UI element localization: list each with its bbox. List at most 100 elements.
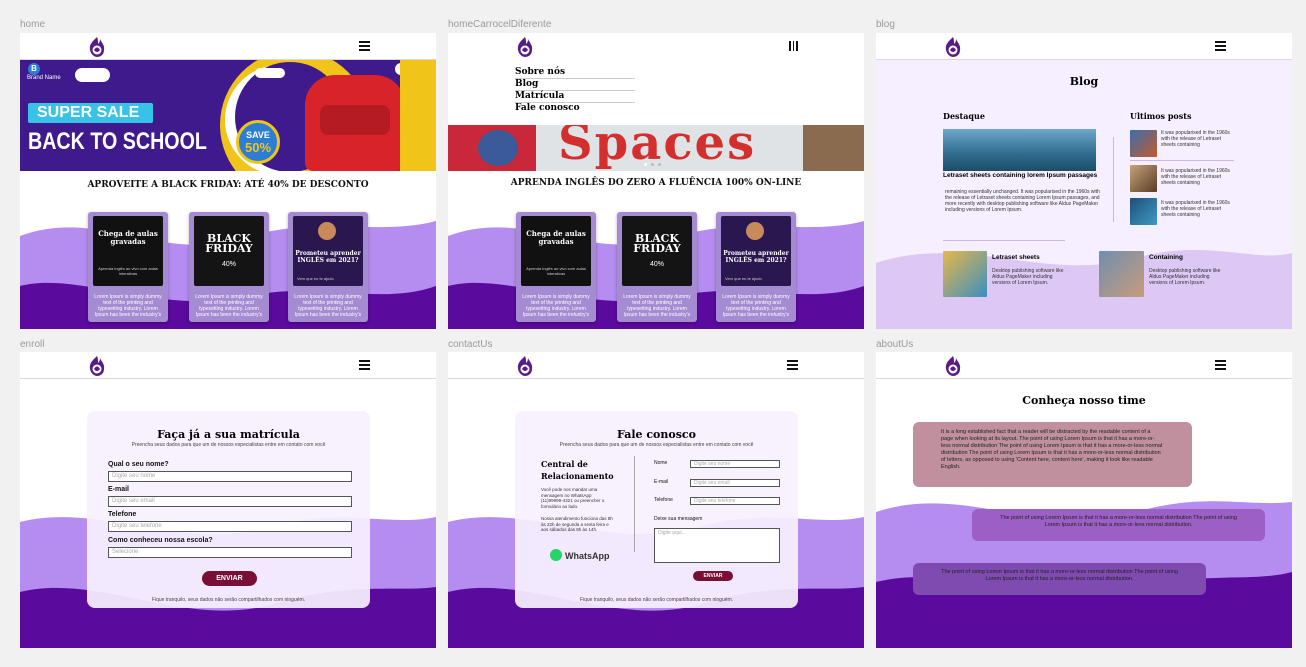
frame-label-contact: contactUs bbox=[448, 339, 493, 350]
hamburger-menu-icon[interactable] bbox=[787, 360, 798, 370]
message-textarea[interactable]: Digite aqui... bbox=[654, 528, 780, 563]
team-text-box-2: The point of using Lorem Ipsum is that i… bbox=[972, 509, 1265, 541]
central-hours: Nossa atendimento funciona das 8h às 22h… bbox=[541, 516, 613, 532]
bottom-post-text: Desktop publishing software like Aldus P… bbox=[992, 268, 1064, 286]
menu-item-blog[interactable]: Blog bbox=[515, 79, 635, 91]
field-label: E-mail bbox=[108, 486, 130, 493]
name-input[interactable]: Digite seu nome bbox=[690, 460, 780, 468]
team-text-box-3: The point of using Lorem Ipsum is that i… bbox=[913, 563, 1206, 595]
promo-card-3[interactable]: Prometeu aprender INGLÊS em 2021? Vem qu… bbox=[288, 212, 368, 322]
navbar bbox=[448, 352, 864, 379]
blog-artboard: Blog Destaque Ultimos posts Letraset she… bbox=[876, 33, 1292, 329]
brand-name: Brand Name bbox=[27, 75, 61, 81]
logo-icon[interactable] bbox=[87, 355, 107, 377]
card-text: Lorem Ipsum is simply dummy text of the … bbox=[94, 294, 162, 318]
bottom-post-thumb[interactable] bbox=[943, 251, 987, 297]
bottom-post-title[interactable]: Letraset sheets bbox=[992, 254, 1040, 261]
carousel-dots[interactable] bbox=[644, 163, 668, 166]
frame-label-blog: blog bbox=[876, 19, 895, 30]
hamburger-menu-icon[interactable] bbox=[1215, 360, 1226, 370]
bottom-post-thumb[interactable] bbox=[1099, 251, 1144, 297]
woman-illustration-icon bbox=[318, 222, 336, 240]
promo-card-2[interactable]: BLACK FRIDAY 40% Lorem Ipsum is simply d… bbox=[617, 212, 697, 322]
field-label: Telefone bbox=[108, 511, 137, 518]
menu-item-matricula[interactable]: Matrícula bbox=[515, 91, 635, 103]
navbar bbox=[20, 33, 436, 60]
card-sub: Vem que eu te ajudo bbox=[725, 276, 762, 281]
logo-icon[interactable] bbox=[87, 36, 107, 58]
navbar bbox=[876, 352, 1292, 379]
card-sub: Vem que eu te ajudo bbox=[297, 276, 334, 281]
submit-button[interactable]: ENVIAR bbox=[202, 571, 257, 586]
brand-icon: B bbox=[28, 63, 40, 75]
save-percent: 50% bbox=[244, 140, 272, 155]
dropdown-menu: Sobre nós Blog Matrícula Fale conosco bbox=[515, 67, 635, 114]
privacy-note: Fique tranquilo, seus dados não serão co… bbox=[579, 597, 734, 603]
contact-title: Fale conosco bbox=[617, 428, 696, 441]
frame-label-about: aboutUs bbox=[876, 339, 914, 350]
promo-card-2[interactable]: BLACK FRIDAY 40% Lorem Ipsum is simply d… bbox=[189, 212, 269, 322]
promo-card-3[interactable]: Prometeu aprender INGLÊS em 2021? Vem qu… bbox=[716, 212, 796, 322]
central-title: Central de Relacionamento bbox=[541, 459, 614, 481]
card-pct: 40% bbox=[221, 261, 236, 268]
source-select[interactable]: Selecione bbox=[108, 547, 352, 558]
hamburger-menu-icon[interactable] bbox=[1215, 41, 1226, 51]
email-input[interactable]: Digite seu email bbox=[690, 479, 780, 487]
menu-item-fale[interactable]: Fale conosco bbox=[515, 103, 635, 114]
phone-input[interactable]: Digite seu telefone bbox=[690, 497, 780, 505]
card-text: Lorem Ipsum is simply dummy text of the … bbox=[623, 294, 691, 318]
phone-input[interactable]: Digite seu telefone bbox=[108, 521, 352, 532]
whatsapp-label[interactable]: WhatsApp bbox=[565, 551, 610, 561]
featured-text: remaining essentially unchanged. It was … bbox=[945, 189, 1100, 213]
recent-post-thumb[interactable] bbox=[1130, 130, 1157, 157]
name-input[interactable]: Digite seu nome bbox=[108, 471, 352, 482]
frame-label-carousel: homeCarrocelDiferente bbox=[448, 19, 552, 30]
card-title: BLACK FRIDAY bbox=[633, 232, 681, 255]
bottom-post-title[interactable]: Containing bbox=[1149, 254, 1183, 261]
logo-icon[interactable] bbox=[515, 36, 535, 58]
recent-post-thumb[interactable] bbox=[1130, 165, 1157, 192]
team-text-box-1: It is a long established fact that a rea… bbox=[913, 422, 1192, 487]
card-title: Chega de aulas gravadas bbox=[526, 229, 586, 246]
recent-post-text: It was popularised in the 1960s with the… bbox=[1161, 168, 1230, 186]
central-text: Você pode nos mandar uma mensagem no Wha… bbox=[541, 487, 605, 509]
submit-button[interactable]: ENVIAR bbox=[693, 571, 733, 581]
logo-icon[interactable] bbox=[943, 355, 963, 377]
recent-post-thumb[interactable] bbox=[1130, 198, 1157, 225]
card-pct: 40% bbox=[649, 261, 664, 268]
featured-image[interactable] bbox=[943, 129, 1096, 171]
carousel-headline: APRENDA INGLÊS DO ZERO A FLUÊNCIA 100% O… bbox=[510, 178, 802, 188]
card-text: Lorem Ipsum is simply dummy text of the … bbox=[522, 294, 590, 318]
navbar bbox=[876, 33, 1292, 60]
carousel-banner[interactable]: Spaces bbox=[448, 125, 864, 171]
field-label: Como conheceu nossa escola? bbox=[108, 537, 213, 544]
about-artboard: Conheça nosso time It is a long establis… bbox=[876, 352, 1292, 648]
card-title: BLACK FRIDAY bbox=[205, 232, 253, 255]
promo-card-1[interactable]: Chega de aulas gravadas Aprenda inglês a… bbox=[516, 212, 596, 322]
recent-heading: Ultimos posts bbox=[1130, 111, 1192, 121]
whatsapp-icon[interactable] bbox=[550, 549, 562, 561]
blog-title: Blog bbox=[1069, 75, 1099, 88]
card-title: Prometeu aprender INGLÊS em 2021? bbox=[723, 250, 789, 264]
hamburger-menu-icon[interactable] bbox=[359, 41, 370, 51]
enroll-artboard: Faça já a sua matrícula Preencha seus da… bbox=[20, 352, 436, 648]
enroll-title: Faça já a sua matrícula bbox=[157, 428, 300, 441]
navbar bbox=[20, 352, 436, 379]
featured-heading: Destaque bbox=[943, 111, 985, 121]
logo-icon[interactable] bbox=[515, 355, 535, 377]
field-label: Deixe sua mensagem bbox=[654, 516, 703, 522]
home-artboard: B Brand Name SUPER SALE BACK TO SCHOOL S… bbox=[20, 33, 436, 329]
featured-title[interactable]: Letraset sheets containing lorem Ipsum p… bbox=[943, 172, 1103, 180]
email-input[interactable]: Digite seu email bbox=[108, 496, 352, 507]
woman-illustration-icon bbox=[746, 222, 764, 240]
card-text: Lorem Ipsum is simply dummy text of the … bbox=[294, 294, 362, 318]
card-sub: Aprenda inglês ao vivo com aulas interat… bbox=[98, 266, 158, 276]
menu-item-sobre[interactable]: Sobre nós bbox=[515, 67, 635, 79]
hamburger-menu-icon[interactable] bbox=[359, 360, 370, 370]
promo-card-1[interactable]: Chega de aulas gravadas Aprenda inglês a… bbox=[88, 212, 168, 322]
card-title: Chega de aulas gravadas bbox=[98, 229, 158, 246]
logo-icon[interactable] bbox=[943, 36, 963, 58]
menu-open-icon[interactable] bbox=[789, 41, 799, 51]
about-title: Conheça nosso time bbox=[1022, 394, 1146, 407]
recent-post-text: It was popularised in the 1960s with the… bbox=[1161, 130, 1230, 148]
